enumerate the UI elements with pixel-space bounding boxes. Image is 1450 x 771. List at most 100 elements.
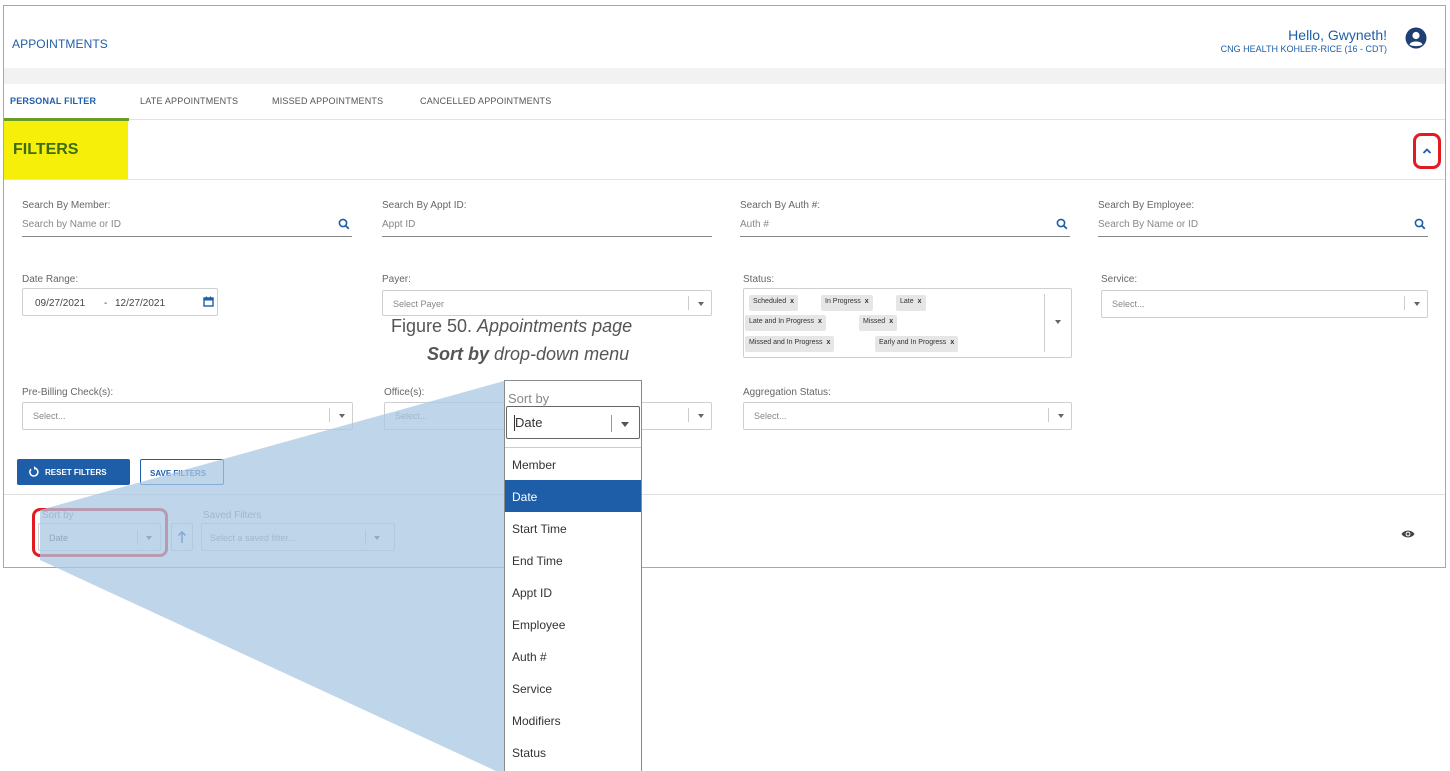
remove-chip-icon[interactable]: x [889, 318, 893, 325]
figure-caption-line2: Sort by drop-down menu [427, 344, 629, 365]
sort-option-service[interactable]: Service [505, 672, 641, 704]
search-icon[interactable] [1056, 218, 1068, 230]
divider [4, 494, 1445, 495]
remove-chip-icon[interactable]: x [918, 298, 922, 305]
search-employee-input[interactable]: Search By Name or ID [1098, 215, 1428, 237]
calendar-icon[interactable] [203, 296, 214, 307]
zoom-sort-by-select[interactable]: Date [506, 406, 640, 439]
select-separator [611, 415, 612, 432]
filters-title: FILTERS [4, 121, 128, 179]
search-appt-label: Search By Appt ID: [382, 200, 467, 211]
tab-personal-filter[interactable]: PERSONAL FILTER [10, 96, 96, 106]
chip-label: Late and In Progress [749, 318, 814, 325]
date-separator: - [104, 298, 108, 309]
search-icon[interactable] [338, 218, 350, 230]
zoom-sort-value: Date [515, 415, 543, 430]
chevron-down-icon [698, 302, 704, 306]
eye-icon[interactable] [1401, 529, 1415, 539]
chevron-down-icon [1414, 302, 1420, 306]
saved-filters-select[interactable]: Select a saved filter... [201, 523, 395, 551]
offices-placeholder: Select... [395, 411, 428, 421]
select-separator [329, 408, 330, 422]
sort-option-date[interactable]: Date [505, 480, 641, 512]
chevron-down-icon [1055, 320, 1061, 324]
sort-option-start-time[interactable]: Start Time [505, 512, 641, 544]
sort-option-employee[interactable]: Employee [505, 608, 641, 640]
select-separator [365, 530, 366, 545]
sort-option-status[interactable]: Status [505, 736, 641, 768]
status-chip[interactable]: Late x [896, 295, 926, 311]
user-greeting: Hello, Gwyneth! [1288, 27, 1387, 43]
chip-label: Missed [863, 318, 886, 325]
sort-option-member[interactable]: Member [505, 448, 641, 480]
remove-chip-icon[interactable]: x [790, 298, 794, 305]
remove-chip-icon[interactable]: x [818, 318, 822, 325]
figure-caption-line1: Figure 50. Appointments page [391, 316, 632, 337]
status-chip[interactable]: Late and In Progress x [745, 315, 826, 331]
save-filters-button[interactable]: SAVE FILTERS [140, 459, 224, 485]
pre-billing-label: Pre-Billing Check(s): [22, 387, 114, 398]
search-auth-input[interactable]: Auth # [740, 215, 1070, 237]
search-member-label: Search By Member: [22, 200, 111, 211]
date-from: 09/27/2021 [35, 298, 86, 309]
pre-billing-placeholder: Select... [33, 411, 66, 421]
select-separator [688, 296, 689, 310]
tab-cancelled-appointments[interactable]: CANCELLED APPOINTMENTS [420, 96, 551, 106]
date-to: 12/27/2021 [115, 298, 166, 309]
select-separator [1044, 294, 1045, 352]
sort-option-auth[interactable]: Auth # [505, 640, 641, 672]
arrow-up-icon [177, 530, 187, 543]
status-multiselect[interactable]: Scheduled x In Progress x Late x Late and I… [743, 288, 1072, 358]
service-select[interactable]: Select... [1101, 290, 1428, 318]
saved-filters-label: Saved Filters [203, 510, 262, 521]
date-range-picker[interactable]: 09/27/2021 - 12/27/2021 [22, 288, 218, 316]
status-chip[interactable]: Early and In Progress x [875, 336, 959, 352]
search-appt-input[interactable]: Appt ID [382, 215, 712, 237]
search-member-placeholder: Search by Name or ID [22, 219, 121, 230]
payer-placeholder: Select Payer [393, 299, 445, 309]
reset-filters-button[interactable]: RESET FILTERS [17, 459, 130, 485]
sort-option-modifiers[interactable]: Modifiers [505, 704, 641, 736]
page-title: APPOINTMENTS [12, 37, 108, 51]
select-separator [1404, 296, 1405, 310]
chevron-up-icon [1422, 148, 1432, 154]
caption-rest: drop-down menu [489, 344, 630, 364]
search-employee-placeholder: Search By Name or ID [1098, 219, 1199, 230]
saved-filters-placeholder: Select a saved filter... [210, 533, 296, 543]
search-employee-label: Search By Employee: [1098, 200, 1195, 211]
search-auth-label: Search By Auth #: [740, 200, 821, 211]
select-separator [688, 408, 689, 422]
header-band [4, 68, 1445, 84]
chevron-down-icon [339, 414, 345, 418]
status-chip[interactable]: Scheduled x [749, 295, 798, 311]
remove-chip-icon[interactable]: x [827, 339, 831, 346]
remove-chip-icon[interactable]: x [950, 339, 954, 346]
status-chip[interactable]: In Progress x [821, 295, 873, 311]
search-appt-placeholder: Appt ID [382, 219, 416, 230]
collapse-filters-button[interactable] [1413, 133, 1441, 169]
status-chip[interactable]: Missed x [859, 315, 898, 331]
payer-select[interactable]: Select Payer [382, 290, 712, 316]
sort-direction-button[interactable] [171, 523, 193, 551]
search-auth-placeholder: Auth # [740, 219, 769, 230]
refresh-icon [29, 466, 39, 477]
tab-late-appointments[interactable]: LATE APPOINTMENTS [140, 96, 238, 106]
search-member-input[interactable]: Search by Name or ID [22, 215, 352, 237]
organization-name: CNG HEALTH KOHLER-RICE (16 - CDT) [1220, 44, 1387, 54]
sort-option-end-time[interactable]: End Time [505, 544, 641, 576]
zoom-sort-by-label: Sort by [508, 391, 550, 406]
reset-filters-label: RESET FILTERS [45, 468, 107, 477]
sort-option-appt-id[interactable]: Appt ID [505, 576, 641, 608]
remove-chip-icon[interactable]: x [865, 298, 869, 305]
caption-italic: Appointments page [477, 316, 633, 336]
user-account-icon[interactable] [1405, 27, 1427, 49]
appointments-window: APPOINTMENTS Hello, Gwyneth! CNG HEALTH … [3, 5, 1446, 568]
aggregation-select[interactable]: Select... [743, 402, 1072, 430]
offices-label: Office(s): [384, 387, 425, 398]
sort-by-dropdown-zoom: Sort by Date Member Date Start Time End … [504, 380, 642, 771]
status-chip[interactable]: Missed and In Progress x [745, 336, 835, 352]
tab-missed-appointments[interactable]: MISSED APPOINTMENTS [272, 96, 383, 106]
sort-by-callout-highlight [32, 508, 168, 557]
search-icon[interactable] [1414, 218, 1426, 230]
pre-billing-select[interactable]: Select... [22, 402, 353, 430]
